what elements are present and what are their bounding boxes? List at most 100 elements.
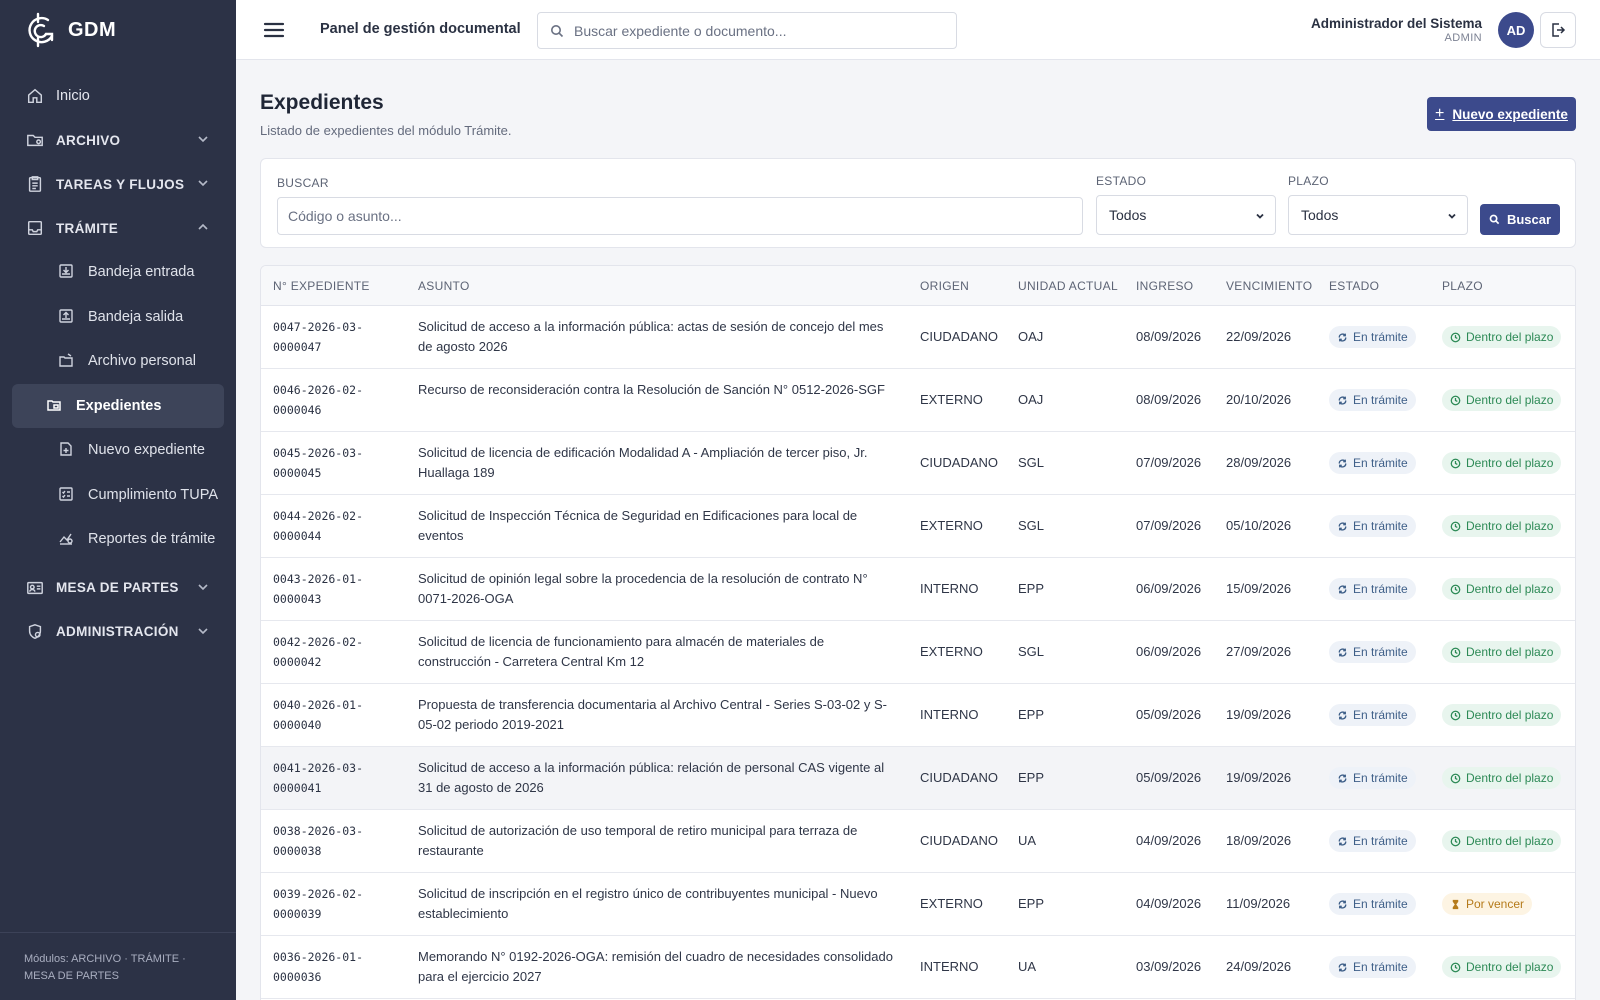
expediente-vencimiento: 18/09/2026 — [1226, 833, 1292, 848]
sidebar-item-nuevo-expediente[interactable]: Nuevo expediente — [12, 428, 224, 473]
expediente-code[interactable]: 0042-2026-02-0000042 — [273, 632, 383, 672]
filter-plazo-value: Todos — [1301, 207, 1339, 223]
clock-icon — [1450, 647, 1461, 658]
sidebar-section-archivo[interactable]: ARCHIVO — [0, 118, 236, 162]
expediente-code[interactable]: 0041-2026-03-0000041 — [273, 758, 383, 798]
table-row[interactable]: 0045-2026-03-0000045 Solicitud de licenci… — [261, 432, 1575, 495]
sidebar-item-label: Archivo personal — [88, 353, 196, 370]
clock-icon — [1450, 395, 1461, 406]
expediente-origin: EXTERNO — [920, 896, 983, 911]
sidebar-item-cumplimiento-tupa[interactable]: Cumplimiento TUPA — [12, 473, 224, 518]
expediente-subject: Solicitud de licencia de funcionamiento … — [418, 634, 825, 669]
expediente-origin: EXTERNO — [920, 392, 983, 407]
expediente-ingreso: 07/09/2026 — [1136, 455, 1202, 470]
col-origen[interactable]: ORIGEN — [920, 279, 969, 293]
expediente-code[interactable]: 0047-2026-03-0000047 — [273, 317, 383, 357]
status-badge-label: En trámite — [1353, 393, 1408, 407]
expediente-code[interactable]: 0045-2026-03-0000045 — [273, 443, 383, 483]
expediente-vencimiento: 27/09/2026 — [1226, 644, 1292, 659]
sync-icon — [1337, 521, 1348, 532]
filter-search-label: BUSCAR — [277, 176, 329, 190]
expediente-unit: UA — [1018, 959, 1037, 974]
clock-icon — [1450, 710, 1461, 721]
expediente-code[interactable]: 0046-2026-02-0000046 — [273, 380, 383, 420]
sidebar-item-reportes-tramite[interactable]: Reportes de trámite — [12, 517, 224, 562]
sidebar-item-inicio[interactable]: Inicio — [0, 74, 236, 118]
chevron-down-icon — [198, 627, 208, 634]
chevron-down-icon — [1256, 213, 1264, 219]
expediente-ingreso: 06/09/2026 — [1136, 644, 1202, 659]
hourglass-icon — [1450, 899, 1461, 910]
col-unidad[interactable]: UNIDAD ACTUAL — [1018, 279, 1118, 293]
term-badge: Dentro del plazo — [1442, 326, 1562, 348]
sidebar-item-bandeja-salida[interactable]: Bandeja salida — [12, 295, 224, 340]
sidebar-section-tramite[interactable]: TRÁMITE — [0, 206, 236, 250]
expediente-unit: SGL — [1018, 644, 1045, 659]
expediente-code[interactable]: 0040-2026-01-0000040 — [273, 695, 383, 735]
col-vencimiento[interactable]: VENCIMIENTO — [1226, 279, 1312, 293]
expediente-origin: CIUDADANO — [920, 329, 999, 344]
col-asunto[interactable]: ASUNTO — [418, 279, 470, 293]
col-estado[interactable]: ESTADO — [1329, 279, 1379, 293]
search-icon — [1489, 214, 1500, 225]
term-badge: Dentro del plazo — [1442, 389, 1562, 411]
new-expediente-button[interactable]: + Nuevo expediente — [1427, 97, 1576, 131]
global-search-input[interactable] — [574, 21, 944, 41]
sidebar-item-label: Bandeja entrada — [88, 264, 195, 281]
sidebar-item-archivo-personal[interactable]: Archivo personal — [12, 339, 224, 384]
hamburger-menu-icon[interactable] — [262, 18, 286, 42]
table-row[interactable]: 0040-2026-01-0000040 Propuesta de transfe… — [261, 684, 1575, 747]
col-numero[interactable]: N° EXPEDIENTE — [273, 279, 370, 293]
logout-button[interactable] — [1540, 12, 1576, 48]
expediente-unit: UA — [1018, 833, 1037, 848]
expediente-origin: INTERNO — [920, 581, 979, 596]
term-badge-label: Dentro del plazo — [1466, 582, 1554, 596]
term-badge-label: Dentro del plazo — [1466, 645, 1554, 659]
expediente-code[interactable]: 0039-2026-02-0000039 — [273, 884, 383, 924]
filter-search-input[interactable] — [277, 197, 1083, 235]
sidebar-item-expedientes[interactable]: Expedientes — [12, 383, 224, 428]
checklist-icon — [58, 486, 76, 504]
sidebar-section-tareas[interactable]: TAREAS Y FLUJOS — [0, 162, 236, 206]
expediente-code[interactable]: 0043-2026-01-0000043 — [273, 569, 383, 609]
table-row[interactable]: 0047-2026-03-0000047 Solicitud de acceso … — [261, 306, 1575, 369]
brand[interactable]: GDM — [0, 0, 236, 60]
expediente-code[interactable]: 0044-2026-02-0000044 — [273, 506, 383, 546]
table-row[interactable]: 0038-2026-03-0000038 Solicitud de autoriz… — [261, 810, 1575, 873]
table-row[interactable]: 0043-2026-01-0000043 Solicitud de opinión… — [261, 558, 1575, 621]
table-row[interactable]: 0041-2026-03-0000041 Solicitud de acceso … — [261, 747, 1575, 810]
table-row[interactable]: 0042-2026-02-0000042 Solicitud de licenci… — [261, 621, 1575, 684]
term-badge: Por vencer — [1442, 893, 1533, 915]
col-plazo[interactable]: PLAZO — [1442, 279, 1483, 293]
expediente-code[interactable]: 0036-2026-01-0000036 — [273, 947, 383, 987]
expediente-origin: INTERNO — [920, 707, 979, 722]
sidebar-section-administracion[interactable]: ADMINISTRACIÓN — [0, 610, 236, 654]
folder-open-icon — [46, 397, 64, 415]
table-row[interactable]: 0044-2026-02-0000044 Solicitud de Inspecc… — [261, 495, 1575, 558]
expediente-code[interactable]: 0038-2026-03-0000038 — [273, 821, 383, 861]
status-badge: En trámite — [1329, 326, 1416, 348]
sidebar-item-bandeja-entrada[interactable]: Bandeja entrada — [12, 250, 224, 295]
expediente-ingreso: 05/09/2026 — [1136, 770, 1202, 785]
avatar[interactable]: AD — [1498, 12, 1534, 48]
sidebar-section-mesa-partes[interactable]: MESA DE PARTES — [0, 566, 236, 610]
filter-estado-label: ESTADO — [1096, 174, 1147, 188]
filter-search-button[interactable]: Buscar — [1480, 204, 1560, 235]
term-badge-label: Dentro del plazo — [1466, 519, 1554, 533]
filter-plazo-select[interactable]: Todos — [1288, 195, 1468, 235]
table-row[interactable]: 0036-2026-01-0000036 Memorando N° 0192-20… — [261, 936, 1575, 999]
filter-estado-select[interactable]: Todos — [1096, 195, 1276, 235]
logout-icon — [1552, 23, 1566, 37]
archive-icon — [58, 352, 76, 370]
col-ingreso[interactable]: INGRESO — [1136, 279, 1193, 293]
table-row[interactable]: 0046-2026-02-0000046 Recurso de reconside… — [261, 369, 1575, 432]
brand-name: GDM — [68, 18, 117, 41]
sync-icon — [1337, 962, 1348, 973]
expediente-subject: Solicitud de Inspección Técnica de Segur… — [418, 508, 858, 543]
global-search[interactable] — [537, 12, 957, 49]
sidebar-item-label: Expedientes — [76, 397, 162, 414]
table-row[interactable]: 0039-2026-02-0000039 Solicitud de inscrip… — [261, 873, 1575, 936]
expediente-origin: CIUDADANO — [920, 833, 999, 848]
sync-icon — [1337, 584, 1348, 595]
expediente-origin: EXTERNO — [920, 518, 983, 533]
